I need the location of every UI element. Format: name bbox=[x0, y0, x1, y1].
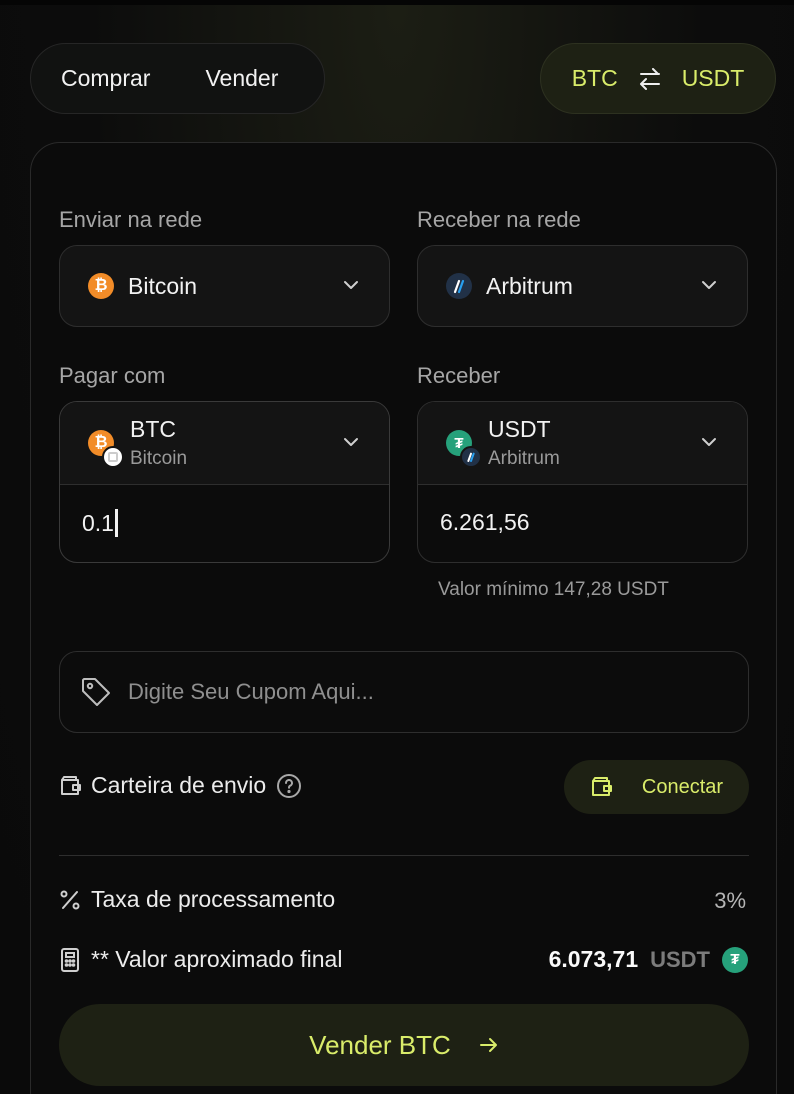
pay-token: BTC bbox=[130, 416, 176, 442]
percent-icon bbox=[59, 889, 81, 911]
final-amount: 6.073,71 bbox=[548, 946, 639, 972]
pay-amount-input[interactable]: 0.1 bbox=[82, 509, 118, 537]
receive-token-network: Arbitrum bbox=[488, 448, 560, 469]
chevron-down-icon bbox=[343, 280, 359, 290]
receive-token-select[interactable]: ₮ USDT Arbitrum bbox=[418, 402, 747, 485]
sell-btc-button[interactable]: Vender BTC bbox=[59, 1004, 749, 1086]
arbitrum-icon bbox=[446, 273, 472, 299]
btc-token-icon: ₿ bbox=[88, 430, 124, 468]
receive-network-label: Receber na rede bbox=[417, 207, 581, 232]
pay-box: ₿ BTC Bitcoin 0.1 bbox=[59, 401, 390, 563]
bitcoin-network-badge-icon bbox=[102, 446, 124, 468]
receive-network-value: Arbitrum bbox=[486, 272, 573, 299]
coupon-input[interactable] bbox=[128, 672, 708, 712]
final-value: 6.073,71 USDT ₮ bbox=[549, 946, 748, 973]
wallet-label: Carteira de envio bbox=[91, 772, 267, 798]
receive-box: ₮ USDT Arbitrum 6.261,56 bbox=[417, 401, 748, 563]
chevron-down-icon bbox=[343, 437, 359, 447]
wallet-icon bbox=[59, 775, 83, 797]
receive-network-select[interactable]: Arbitrum bbox=[417, 245, 748, 327]
top-edge bbox=[0, 0, 794, 5]
final-value-label: ** Valor aproximado final bbox=[91, 946, 343, 972]
swap-arrows-icon[interactable] bbox=[638, 67, 662, 90]
connect-label: Conectar bbox=[641, 775, 724, 798]
wallet-row: Carteira de envio bbox=[59, 772, 302, 799]
chevron-down-icon bbox=[701, 280, 717, 290]
tag-icon bbox=[80, 676, 112, 713]
sell-tab[interactable]: Vender bbox=[205, 65, 278, 92]
help-icon[interactable] bbox=[276, 773, 302, 799]
pay-amount-value: 0.1 bbox=[82, 510, 114, 536]
swap-card: Enviar na rede Receber na rede ₿ Bitcoin… bbox=[30, 142, 777, 1094]
send-network-label: Enviar na rede bbox=[59, 207, 203, 232]
pair-to: USDT bbox=[681, 65, 745, 91]
receive-label: Receber bbox=[417, 363, 501, 388]
arrow-right-icon bbox=[479, 1036, 499, 1054]
fee-row: Taxa de processamento bbox=[59, 886, 335, 913]
send-network-value: Bitcoin bbox=[128, 272, 198, 299]
buy-tab[interactable]: Comprar bbox=[61, 65, 150, 92]
connect-wallet-button[interactable]: Conectar bbox=[564, 760, 749, 814]
pair-from: BTC bbox=[571, 65, 618, 91]
receive-amount-value: 6.261,56 bbox=[440, 509, 530, 535]
wallet-icon bbox=[590, 776, 614, 798]
fee-value: 3% bbox=[714, 888, 746, 913]
receive-token: USDT bbox=[488, 416, 551, 442]
coupon-field bbox=[59, 651, 749, 733]
divider bbox=[59, 855, 749, 856]
pay-label: Pagar com bbox=[59, 363, 166, 388]
pair-switch[interactable]: BTC USDT bbox=[540, 43, 776, 114]
receive-amount-field: 6.261,56 bbox=[440, 509, 530, 536]
pay-token-select[interactable]: ₿ BTC Bitcoin bbox=[60, 402, 389, 485]
submit-label: Vender BTC bbox=[309, 1029, 451, 1060]
mode-toggle: Comprar Vender bbox=[30, 43, 325, 114]
text-caret bbox=[114, 509, 118, 537]
fee-label: Taxa de processamento bbox=[91, 886, 336, 912]
bitcoin-icon: ₿ bbox=[88, 273, 114, 299]
final-unit: USDT bbox=[650, 946, 710, 972]
usdt-token-icon: ₮ bbox=[446, 430, 482, 468]
tether-icon: ₮ bbox=[722, 946, 748, 973]
calculator-icon bbox=[59, 947, 81, 972]
pay-token-network: Bitcoin bbox=[130, 448, 188, 469]
send-network-select[interactable]: ₿ Bitcoin bbox=[59, 245, 390, 327]
chevron-down-icon bbox=[701, 437, 717, 447]
minimum-value-hint: Valor mínimo 147,28 USDT bbox=[438, 579, 669, 600]
arbitrum-network-badge-icon bbox=[460, 446, 482, 468]
final-value-row: ** Valor aproximado final bbox=[59, 946, 342, 973]
